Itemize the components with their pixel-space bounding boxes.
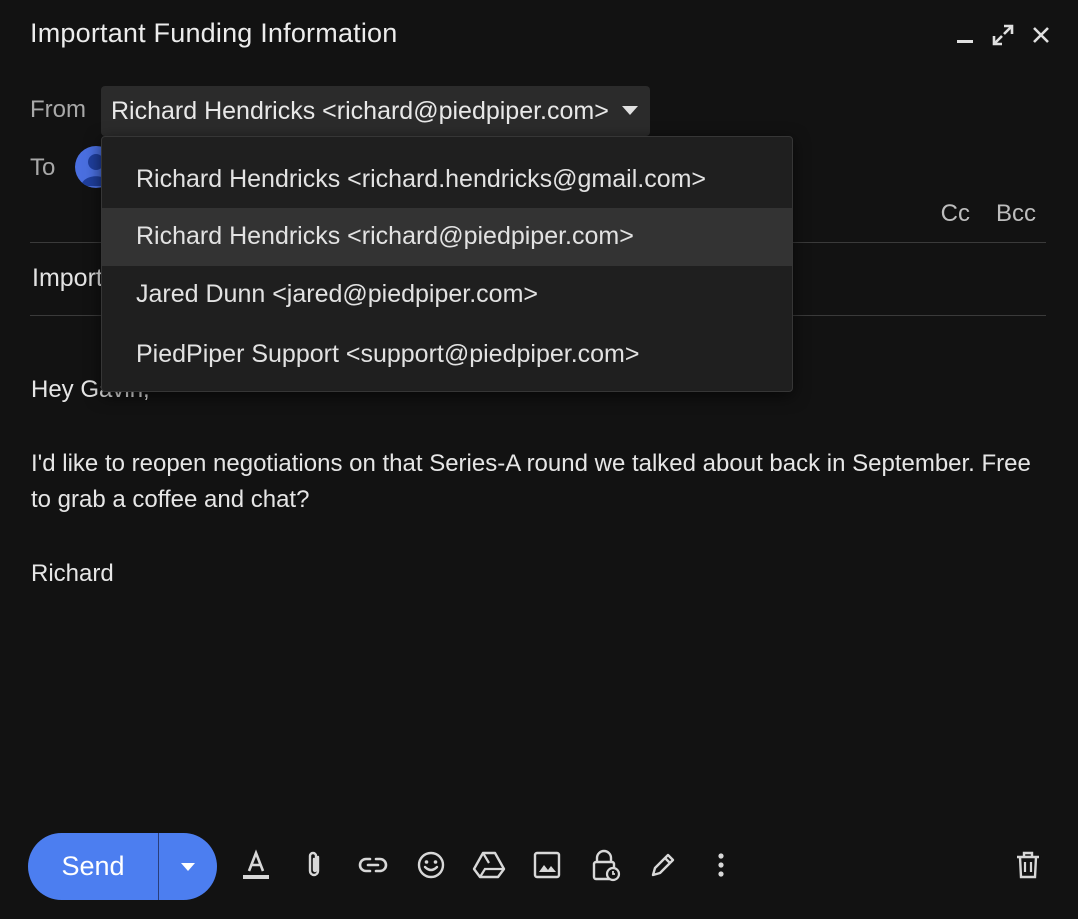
drive-icon: [472, 851, 506, 879]
format-text-button[interactable]: [239, 848, 273, 882]
emoji-icon: [417, 851, 445, 879]
to-label: To: [30, 154, 56, 181]
bcc-link[interactable]: Bcc: [996, 200, 1036, 228]
compose-window: Important Funding Information From Richa…: [0, 0, 1078, 919]
from-option-highlighted[interactable]: Richard Hendricks <richard@piedpiper.com…: [102, 208, 792, 266]
discard-draft-button[interactable]: [1011, 848, 1045, 882]
drive-button[interactable]: [472, 848, 506, 882]
chevron-down-icon: [622, 106, 638, 115]
send-button-group: Send: [28, 833, 217, 900]
compose-header: Important Funding Information: [0, 0, 1078, 70]
insert-photo-button[interactable]: [530, 848, 564, 882]
from-option-label: Richard Hendricks <richard@piedpiper.com…: [136, 222, 634, 250]
trash-icon: [1017, 851, 1039, 879]
body-signature: Richard: [31, 560, 114, 587]
send-button[interactable]: Send: [28, 833, 158, 900]
close-icon: [1033, 27, 1049, 43]
send-options-button[interactable]: [159, 833, 217, 900]
chevron-down-icon: [181, 862, 195, 871]
from-dropdown-menu: Richard Hendricks <richard.hendricks@gma…: [101, 136, 793, 392]
format-text-icon: [243, 849, 269, 879]
from-row: From Richard Hendricks <richard@piedpipe…: [30, 86, 1046, 136]
compose-toolbar: Send: [0, 830, 1078, 902]
more-options-icon: [718, 853, 724, 877]
from-option-label: PiedPiper Support <support@piedpiper.com…: [136, 340, 640, 368]
expand-button[interactable]: [990, 22, 1016, 48]
signature-pen-icon: [651, 853, 675, 877]
insert-signature-button[interactable]: [646, 848, 680, 882]
from-option[interactable]: Richard Hendricks <richard.hendricks@gma…: [102, 151, 792, 209]
minimize-icon: [957, 40, 973, 43]
link-icon: [358, 857, 388, 873]
window-title: Important Funding Information: [30, 18, 398, 48]
from-label: From: [30, 96, 86, 123]
photo-icon: [533, 851, 561, 879]
cc-link[interactable]: Cc: [941, 200, 970, 228]
minimize-button[interactable]: [952, 22, 978, 48]
attach-button[interactable]: [297, 848, 331, 882]
confidential-lock-icon: [592, 849, 621, 882]
from-option-label: Jared Dunn <jared@piedpiper.com>: [136, 280, 539, 308]
expand-icon: [992, 24, 1014, 46]
insert-link-button[interactable]: [356, 848, 390, 882]
more-options-button[interactable]: [704, 848, 738, 882]
attach-icon: [308, 851, 320, 877]
from-option-label: Richard Hendricks <richard.hendricks@gma…: [136, 165, 707, 193]
from-selected-value: Richard Hendricks <richard@piedpiper.com…: [111, 97, 609, 125]
emoji-button[interactable]: [414, 848, 448, 882]
from-option[interactable]: PiedPiper Support <support@piedpiper.com…: [102, 326, 792, 384]
close-button[interactable]: [1028, 22, 1054, 48]
message-body[interactable]: Hey Gavin, I'd like to reopen negotiatio…: [31, 372, 1041, 592]
body-paragraph: I'd like to reopen negotiations on that …: [31, 450, 1031, 513]
confidential-mode-button[interactable]: [588, 848, 622, 882]
from-option[interactable]: Jared Dunn <jared@piedpiper.com>: [102, 266, 792, 324]
from-select[interactable]: Richard Hendricks <richard@piedpiper.com…: [101, 86, 650, 136]
